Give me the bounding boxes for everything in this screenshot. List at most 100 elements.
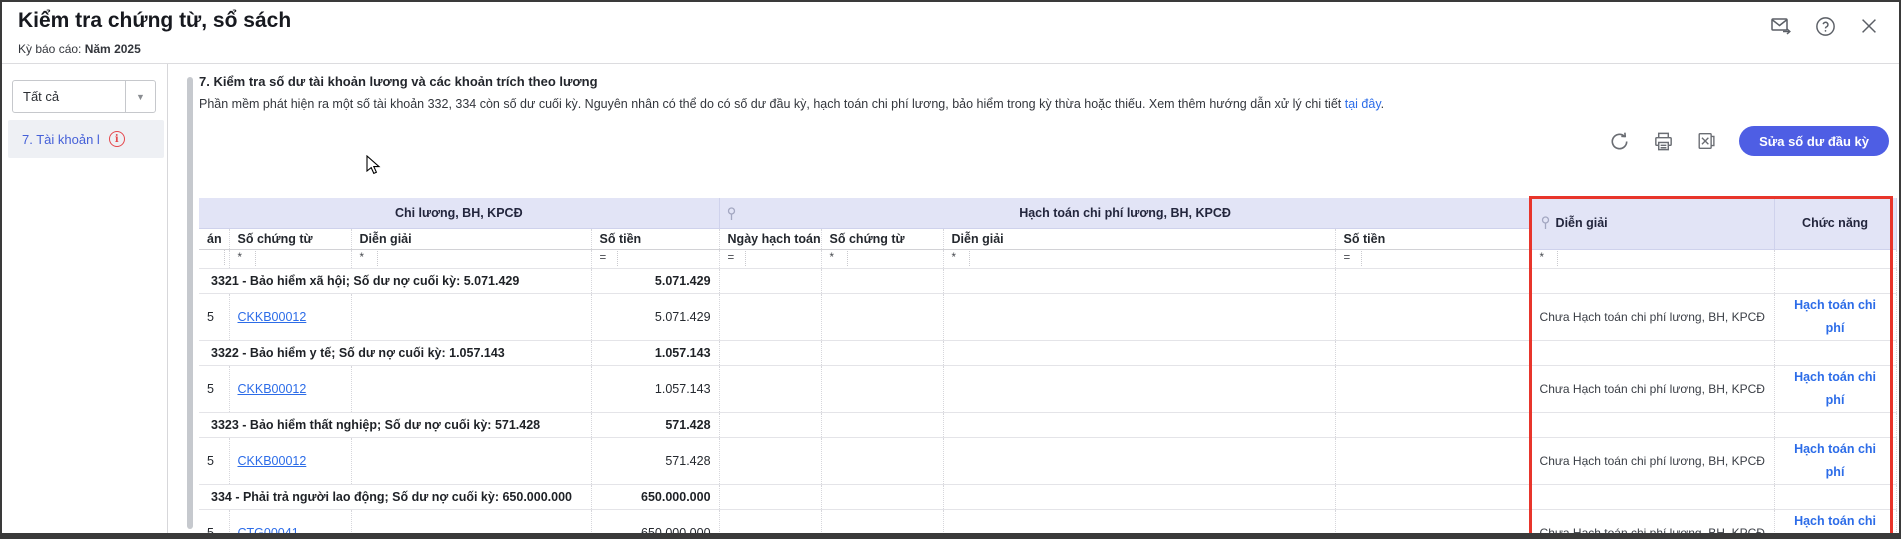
document-link[interactable]: CKKB00012 — [238, 454, 307, 468]
cell-note: Chưa Hạch toán chi phí lương, BH, KPCĐ — [1531, 437, 1774, 484]
excel-export-icon[interactable] — [1695, 129, 1719, 153]
filter-cell[interactable]: = — [591, 249, 719, 268]
cell-date: 5 — [199, 437, 229, 484]
cell-note: Chưa Hạch toán chi phí lương, BH, KPCĐ — [1531, 293, 1774, 340]
detail-row: 5 CTG00041 650.000.000 Chưa Hạch toán ch… — [199, 509, 1896, 539]
detail-row: 5 CKKB00012 571.428 Chưa Hạch toán chi p… — [199, 437, 1896, 484]
group-row-text: 3323 - Bảo hiểm thất nghiệp; Số dư nợ cu… — [199, 412, 591, 437]
detail-row: 5 CKKB00012 1.057.143 Chưa Hạch toán chi… — [199, 365, 1896, 412]
close-icon[interactable] — [1857, 14, 1881, 38]
post-expense-link[interactable]: Hạch toán chi phí — [1794, 442, 1876, 479]
col-so-chung-tu-1[interactable]: Số chứng từ — [229, 228, 351, 249]
section-description: Phần mềm phát hiện ra một số tài khoản 3… — [199, 97, 1384, 111]
pin-icon — [726, 207, 737, 221]
sidebar: Tất cả ▼ 7. Tài khoản l i — [2, 64, 168, 533]
cell-doc: CKKB00012 — [229, 365, 351, 412]
group-row-334: 334 - Phải trả người lao động; Số dư nợ … — [199, 484, 1896, 509]
description-suffix: . — [1381, 97, 1384, 111]
filter-cell[interactable]: * — [821, 249, 943, 268]
accounts-table: Chi lương, BH, KPCĐ Hạch toán chi phí lư… — [199, 198, 1897, 539]
group-row-3323: 3323 - Bảo hiểm thất nghiệp; Số dư nợ cu… — [199, 412, 1896, 437]
col-ngay-hach-toan-1[interactable]: án — [199, 228, 229, 249]
filter-row: * * = = * * = * — [199, 249, 1896, 268]
cell-date: 5 — [199, 293, 229, 340]
page-header: Kiểm tra chứng từ, sổ sách Kỳ báo cáo: N… — [2, 2, 1899, 64]
help-icon[interactable] — [1813, 14, 1837, 38]
filter-cell[interactable]: * — [351, 249, 591, 268]
document-link[interactable]: CKKB00012 — [238, 382, 307, 396]
report-period-value: Năm 2025 — [85, 42, 141, 56]
group-row-amount: 650.000.000 — [591, 484, 719, 509]
col-so-tien-2[interactable]: Số tiền — [1335, 228, 1531, 249]
group-row-text: 3321 - Bảo hiểm xã hội; Số dư nợ cuối kỳ… — [199, 268, 591, 293]
group-row-3321: 3321 - Bảo hiểm xã hội; Số dư nợ cuối kỳ… — [199, 268, 1896, 293]
group-header-hach-toan[interactable]: Hạch toán chi phí lương, BH, KPCĐ — [719, 198, 1531, 228]
cell-doc: CTG00041 — [229, 509, 351, 539]
filter-cell[interactable]: * — [943, 249, 1335, 268]
app-window: Kiểm tra chứng từ, sổ sách Kỳ báo cáo: N… — [0, 0, 1901, 539]
print-icon[interactable] — [1651, 129, 1675, 153]
cell-doc: CKKB00012 — [229, 293, 351, 340]
group-row-text: 334 - Phải trả người lao động; Số dư nợ … — [199, 484, 591, 509]
filter-cell[interactable]: * — [229, 249, 351, 268]
chevron-down-icon: ▼ — [125, 81, 155, 112]
cell-doc: CKKB00012 — [229, 437, 351, 484]
post-expense-link[interactable]: Hạch toán chi phí — [1794, 298, 1876, 335]
document-link[interactable]: CKKB00012 — [238, 310, 307, 324]
detail-row: 5 CKKB00012 5.071.429 Chưa Hạch toán chi… — [199, 293, 1896, 340]
cell-note: Chưa Hạch toán chi phí lương, BH, KPCĐ — [1531, 365, 1774, 412]
group-header-chi-luong[interactable]: Chi lương, BH, KPCĐ — [199, 198, 719, 228]
group-header-row: Chi lương, BH, KPCĐ Hạch toán chi phí lư… — [199, 198, 1896, 228]
group-row-amount: 5.071.429 — [591, 268, 719, 293]
cell-amount: 5.071.429 — [591, 293, 719, 340]
group-row-text: 3322 - Bảo hiểm y tế; Số dư nợ cuối kỳ: … — [199, 340, 591, 365]
description-text: Phần mềm phát hiện ra một số tài khoản 3… — [199, 97, 1345, 111]
cell-date: 5 — [199, 365, 229, 412]
sidebar-filter-value: Tất cả — [13, 89, 125, 104]
sidebar-item-tai-khoan[interactable]: 7. Tài khoản l i — [8, 120, 164, 158]
filter-cell[interactable]: * — [1531, 249, 1774, 268]
document-link[interactable]: CTG00041 — [238, 526, 299, 539]
group-row-amount: 571.428 — [591, 412, 719, 437]
group-row-3322: 3322 - Bảo hiểm y tế; Số dư nợ cuối kỳ: … — [199, 340, 1896, 365]
help-link[interactable]: tại đây — [1345, 97, 1381, 111]
pin-icon — [1540, 216, 1551, 230]
results-grid: Chi lương, BH, KPCĐ Hạch toán chi phí lư… — [199, 198, 1896, 539]
cell-amount: 571.428 — [591, 437, 719, 484]
cell-note: Chưa Hạch toán chi phí lương, BH, KPCĐ — [1531, 509, 1774, 539]
mouse-cursor — [366, 155, 384, 175]
cell-action: Hạch toán chi phí — [1774, 293, 1896, 340]
cell-action: Hạch toán chi phí — [1774, 509, 1896, 539]
report-period-label: Kỳ báo cáo: — [18, 42, 81, 56]
col-dien-giai-2[interactable]: Diễn giải — [943, 228, 1335, 249]
col-ngay-hach-toan-2[interactable]: Ngày hạch toán — [719, 228, 821, 249]
filter-cell[interactable]: = — [1335, 249, 1531, 268]
cell-action: Hạch toán chi phí — [1774, 365, 1896, 412]
cell-action: Hạch toán chi phí — [1774, 437, 1896, 484]
col-so-tien-1[interactable]: Số tiền — [591, 228, 719, 249]
col-so-chung-tu-2[interactable]: Số chứng từ — [821, 228, 943, 249]
refresh-icon[interactable] — [1607, 129, 1631, 153]
main-content: 7. Kiểm tra số dư tài khoản lương và các… — [169, 64, 1899, 533]
post-expense-link[interactable]: Hạch toán chi phí — [1794, 370, 1876, 407]
warning-icon: i — [109, 131, 125, 147]
filter-cell[interactable] — [199, 249, 229, 268]
section-heading: 7. Kiểm tra số dư tài khoản lương và các… — [199, 74, 598, 89]
filter-cell[interactable]: = — [719, 249, 821, 268]
sidebar-item-label: 7. Tài khoản l — [22, 132, 100, 147]
fix-opening-balance-button[interactable]: Sửa số dư đầu kỳ — [1739, 126, 1889, 156]
vertical-scrollbar[interactable] — [187, 77, 193, 529]
cell-date: 5 — [199, 509, 229, 539]
cell-amount: 650.000.000 — [591, 509, 719, 539]
filter-cell[interactable] — [1774, 249, 1896, 268]
group-row-amount: 1.057.143 — [591, 340, 719, 365]
page-title: Kiểm tra chứng từ, sổ sách — [18, 9, 291, 33]
pinned-column-chuc-nang[interactable]: Chức năng — [1774, 198, 1896, 249]
col-dien-giai-1[interactable]: Diễn giải — [351, 228, 591, 249]
post-expense-link[interactable]: Hạch toán chi phí — [1794, 514, 1876, 539]
pinned-column-dien-giai[interactable]: Diễn giải — [1531, 198, 1774, 249]
toolbar: Sửa số dư đầu kỳ — [1607, 126, 1889, 156]
cell-amount: 1.057.143 — [591, 365, 719, 412]
sidebar-filter-dropdown[interactable]: Tất cả ▼ — [12, 80, 156, 113]
send-mail-icon[interactable] — [1769, 14, 1793, 38]
